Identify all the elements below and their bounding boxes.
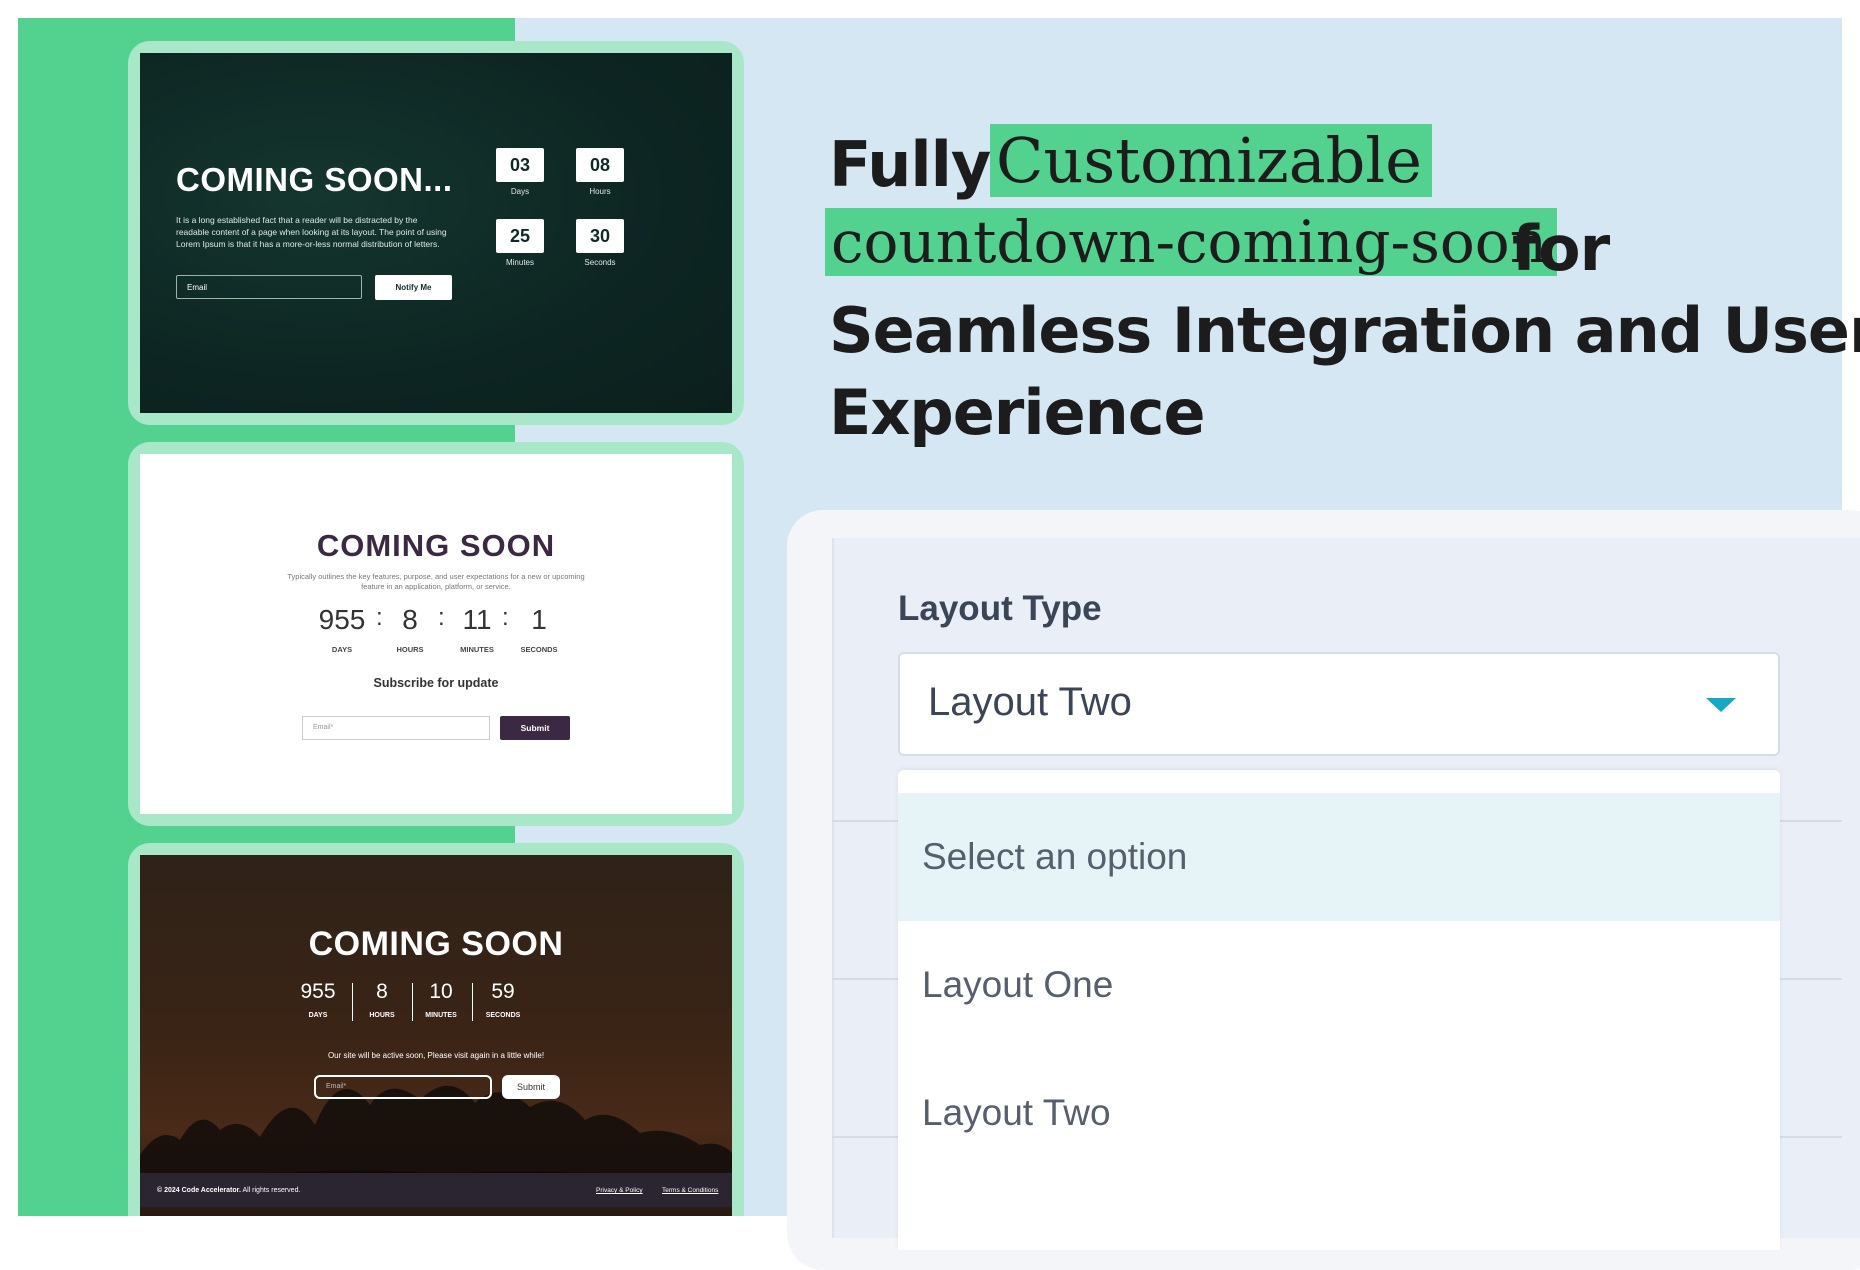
layout-type-label: Layout Type: [898, 589, 1102, 628]
countdown-days-label: DAYS: [331, 645, 353, 654]
preview-card-layout-one: COMING SOON... It is a long established …: [128, 41, 744, 425]
layout-options-list: Select an option Layout One Layout Two: [898, 770, 1780, 1250]
countdown-days-value: 955: [318, 604, 366, 635]
copyright-owner: © 2024 Code Accelerator.: [157, 1187, 241, 1194]
headline-word-fully: Fully: [829, 128, 991, 201]
countdown-days-label: DAYS: [308, 1012, 328, 1019]
headline-highlight-plugin-name: countdown-coming-soon: [825, 208, 1558, 276]
countdown-divider: [352, 983, 353, 1021]
subscribe-heading: Subscribe for update: [373, 676, 499, 690]
countdown-seconds-label: Seconds: [584, 258, 616, 267]
submit-button[interactable]: Submit: [502, 1075, 560, 1099]
countdown-divider: [472, 983, 473, 1021]
countdown-minutes-value: 10: [429, 980, 453, 1003]
preview-card-layout-two: COMING SOON Typically outlines the key f…: [128, 442, 744, 826]
status-message: Our site will be active soon, Please vis…: [327, 1051, 545, 1060]
countdown-hours-value: 08: [576, 148, 624, 182]
privacy-policy-link[interactable]: Privacy & Policy: [596, 1187, 643, 1194]
coming-soon-description: It is a long established fact that a rea…: [176, 215, 447, 249]
email-input[interactable]: Email*: [302, 716, 490, 740]
preview-card-layout-three: COMING SOON 955 DAYS 8 HOURS 10 MINUTES …: [128, 843, 744, 1216]
countdown-days-label: Days: [510, 187, 530, 196]
selected-value: Layout Two: [928, 680, 1132, 724]
headline-line-seamless: Seamless Integration and User: [829, 294, 1860, 367]
preview-screen-white: COMING SOON Typically outlines the key f…: [140, 454, 732, 814]
countdown-days-value: 03: [496, 148, 544, 182]
countdown-hours-label: Hours: [589, 187, 611, 196]
email-input[interactable]: Email: [176, 275, 362, 299]
countdown-minutes-label: MINUTES: [425, 1012, 457, 1019]
countdown-separator: :: [502, 604, 509, 631]
countdown-minutes-label: MINUTES: [460, 645, 494, 654]
countdown-days-value: 955: [300, 980, 336, 1003]
coming-soon-title: COMING SOON...: [176, 161, 453, 198]
submit-button[interactable]: Submit: [500, 716, 570, 740]
countdown-seconds-value: 30: [576, 219, 624, 253]
notify-me-button[interactable]: Notify Me: [375, 275, 452, 300]
countdown-hours-label: HOURS: [369, 1012, 395, 1019]
countdown-seconds-value: 1: [531, 604, 547, 635]
headline-line-experience: Experience: [829, 376, 1206, 449]
coming-soon-title: COMING SOON: [308, 925, 564, 963]
option-layout-one[interactable]: Layout One: [898, 921, 1780, 1049]
countdown-hours-value: 8: [376, 980, 388, 1003]
countdown-seconds-label: SECONDS: [520, 645, 558, 654]
preview-screen-sunset: COMING SOON 955 DAYS 8 HOURS 10 MINUTES …: [140, 855, 732, 1216]
chevron-down-icon[interactable]: [1706, 698, 1736, 712]
option-select-an-option[interactable]: Select an option: [898, 793, 1780, 921]
countdown-minutes-value: 11: [462, 604, 492, 635]
countdown-minutes-value: 25: [496, 219, 544, 253]
coming-soon-description: Typically outlines the key features, pur…: [287, 572, 585, 591]
preview-screen-dark-green: COMING SOON... It is a long established …: [140, 53, 732, 413]
countdown-separator: :: [438, 604, 445, 631]
option-layout-two[interactable]: Layout Two: [898, 1049, 1780, 1177]
countdown-divider: [412, 983, 413, 1021]
countdown-separator: :: [376, 604, 383, 631]
headline-word-for: for: [1512, 212, 1610, 285]
terms-conditions-link[interactable]: Terms & Conditions: [662, 1187, 718, 1194]
layout-type-select[interactable]: Layout Two: [898, 652, 1780, 756]
copyright-rights: All rights reserved.: [240, 1187, 301, 1194]
email-input[interactable]: Email*: [314, 1075, 492, 1099]
countdown-minutes-label: Minutes: [505, 258, 534, 267]
preview-footer: © 2024 Code Accelerator. All rights rese…: [140, 1173, 732, 1207]
countdown-seconds-value: 59: [491, 980, 515, 1003]
coming-soon-title: COMING SOON: [316, 528, 556, 563]
countdown-hours-value: 8: [402, 604, 418, 635]
copyright-text: © 2024 Code Accelerator. All rights rese…: [157, 1187, 300, 1194]
countdown-hours-label: HOURS: [396, 645, 424, 654]
headline-highlight-customizable: Customizable: [990, 124, 1432, 197]
countdown-seconds-label: SECONDS: [485, 1012, 521, 1019]
